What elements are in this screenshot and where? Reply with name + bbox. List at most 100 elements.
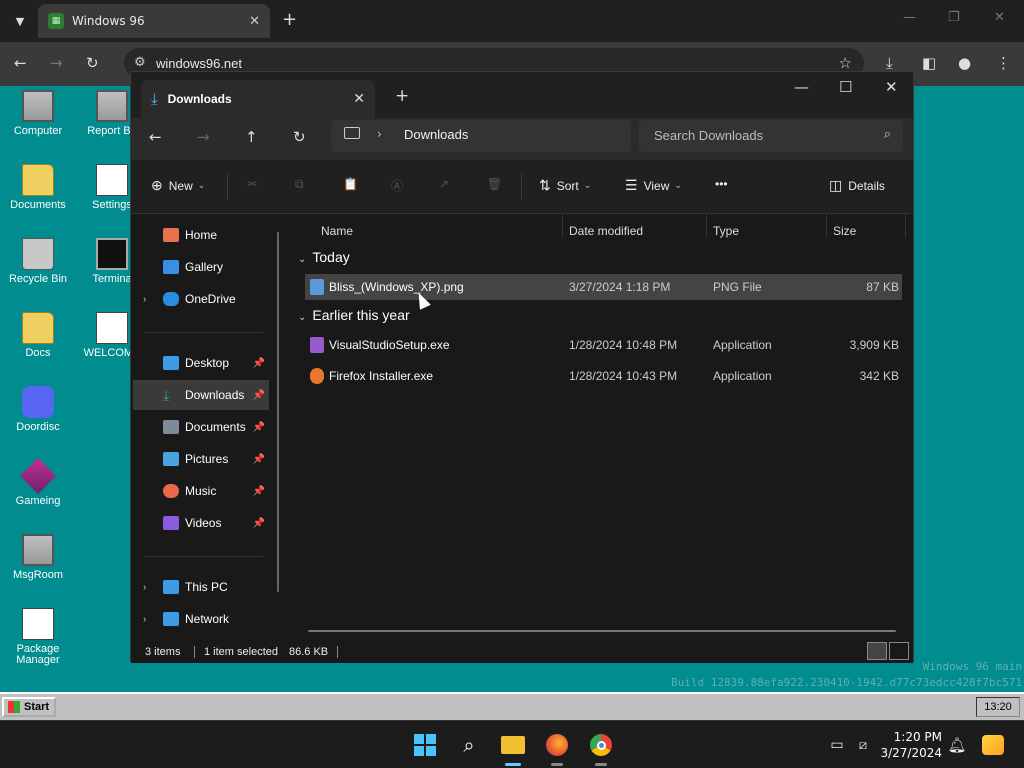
chrome-taskbar-icon[interactable] bbox=[586, 730, 616, 766]
system-clock[interactable]: 1:20 PM 3/27/2024 bbox=[880, 729, 942, 761]
sidebar-item-gallery[interactable]: Gallery bbox=[133, 252, 269, 282]
column-divider[interactable] bbox=[826, 214, 827, 238]
sidebar-item-videos[interactable]: Videos 📌 bbox=[133, 508, 269, 538]
desktop-icon-documents[interactable]: Documents bbox=[0, 164, 76, 211]
minimize-icon[interactable]: — bbox=[794, 78, 809, 96]
sidebar-item-desktop[interactable]: Desktop 📌 bbox=[133, 348, 269, 378]
notification-bell-icon[interactable]: 🔔︎ bbox=[942, 730, 972, 760]
windows96-start-button[interactable]: Start bbox=[2, 697, 56, 717]
view-button[interactable]: ☰ View ⌄ bbox=[625, 177, 682, 194]
chevron-right-icon[interactable]: › bbox=[143, 582, 146, 593]
horizontal-scrollbar[interactable] bbox=[308, 630, 896, 632]
file-explorer-taskbar-icon[interactable] bbox=[498, 730, 528, 766]
sidebar-item-documents[interactable]: Documents 📌 bbox=[133, 412, 269, 442]
firefox-taskbar-icon[interactable] bbox=[542, 730, 572, 766]
desktop-icon-docs[interactable]: Docs bbox=[0, 312, 76, 359]
breadcrumb[interactable]: Downloads bbox=[404, 127, 468, 142]
cut-icon[interactable]: ✂ bbox=[247, 177, 257, 191]
minimize-icon[interactable]: — bbox=[903, 10, 916, 25]
details-button[interactable]: ◫ Details bbox=[829, 177, 885, 194]
group-header-today[interactable]: ⌄ Today bbox=[298, 249, 350, 265]
back-icon[interactable]: ← bbox=[149, 128, 162, 146]
chevron-right-icon[interactable]: › bbox=[143, 614, 146, 625]
maximize-icon[interactable]: ☐ bbox=[839, 78, 852, 96]
file-row[interactable]: Firefox Installer.exe 1/28/2024 10:43 PM… bbox=[305, 363, 902, 389]
column-divider[interactable] bbox=[706, 214, 707, 238]
pin-icon[interactable]: 📌 bbox=[253, 358, 265, 369]
pin-icon[interactable]: 📌 bbox=[253, 518, 265, 529]
bookmark-star-icon[interactable]: ☆ bbox=[839, 54, 852, 72]
back-icon[interactable]: ← bbox=[14, 54, 27, 72]
copy-icon[interactable]: ⧉ bbox=[295, 177, 304, 192]
tiles-view-icon[interactable] bbox=[889, 642, 909, 660]
chevron-right-icon[interactable]: › bbox=[143, 294, 146, 305]
address-bar[interactable]: › Downloads bbox=[331, 120, 631, 152]
sidebar-item-music[interactable]: Music 📌 bbox=[133, 476, 269, 506]
desktop-icon-gameing[interactable]: Gameing bbox=[0, 457, 76, 507]
search-icon[interactable]: ⌕ bbox=[454, 730, 484, 760]
paste-icon[interactable]: 📋 bbox=[343, 177, 358, 191]
sidebar-item-downloads[interactable]: ⤓ Downloads 📌 bbox=[133, 380, 269, 410]
pin-icon[interactable]: 📌 bbox=[253, 486, 265, 497]
up-icon[interactable]: ↑ bbox=[245, 128, 258, 146]
pin-icon[interactable]: 📌 bbox=[253, 422, 265, 433]
forward-icon[interactable]: → bbox=[197, 128, 210, 146]
rename-icon[interactable]: Ⓐ bbox=[391, 177, 403, 194]
refresh-icon[interactable]: ↻ bbox=[293, 128, 306, 146]
close-window-icon[interactable]: ✕ bbox=[885, 78, 898, 96]
pin-icon[interactable]: 📌 bbox=[253, 390, 265, 401]
computer-icon bbox=[22, 90, 54, 122]
sidebar-item-onedrive[interactable]: › OneDrive bbox=[133, 284, 269, 314]
site-info-icon[interactable]: ⚙ bbox=[134, 55, 146, 70]
close-window-icon[interactable]: ✕ bbox=[994, 10, 1005, 25]
new-button[interactable]: ⊕ New ⌄ bbox=[151, 177, 205, 194]
onedrive-icon bbox=[163, 292, 179, 306]
sidebar-item-home[interactable]: Home bbox=[133, 220, 269, 250]
sidebar-item-network[interactable]: › Network bbox=[133, 604, 269, 634]
sort-button[interactable]: ⇅ Sort ⌄ bbox=[539, 177, 591, 194]
sidebar-item-this-pc[interactable]: › This PC bbox=[133, 572, 269, 602]
settings-icon bbox=[96, 164, 128, 196]
start-button[interactable] bbox=[410, 730, 440, 760]
desktop-icon-doordisc[interactable]: Doordisc bbox=[0, 386, 76, 433]
restore-icon[interactable]: ❐ bbox=[948, 10, 960, 25]
side-panel-icon[interactable]: ◧ bbox=[922, 54, 936, 72]
pin-icon[interactable]: 📌 bbox=[253, 454, 265, 465]
new-tab-button[interactable]: + bbox=[282, 9, 297, 30]
network-status-icon[interactable]: ⧄ bbox=[848, 730, 878, 760]
sidebar-scrollbar[interactable] bbox=[277, 232, 279, 592]
column-header-type[interactable]: Type bbox=[713, 224, 739, 238]
browser-tab[interactable]: ▦ Windows 96 ✕ bbox=[38, 4, 270, 38]
column-header-name[interactable]: Name bbox=[321, 224, 353, 238]
new-tab-button[interactable]: + bbox=[395, 86, 409, 106]
close-tab-icon[interactable]: ✕ bbox=[249, 14, 260, 29]
desktop-icon-msgroom[interactable]: MsgRoom bbox=[0, 534, 76, 581]
details-view-icon[interactable] bbox=[867, 642, 887, 660]
desktop-icon-recycle-bin[interactable]: Recycle Bin bbox=[0, 238, 76, 285]
menu-icon[interactable]: ⋮ bbox=[996, 54, 1011, 72]
copilot-pre-icon[interactable] bbox=[978, 730, 1008, 760]
reload-icon[interactable]: ↻ bbox=[86, 54, 99, 72]
explorer-tab[interactable]: ⤓ Downloads ✕ bbox=[141, 80, 375, 118]
forward-icon[interactable]: → bbox=[50, 54, 63, 72]
delete-icon[interactable]: 🗑 bbox=[487, 177, 502, 191]
profile-icon[interactable]: ● bbox=[958, 54, 971, 72]
column-divider[interactable] bbox=[905, 214, 906, 238]
desktop-icon-package-manager[interactable]: Package Manager bbox=[0, 608, 76, 666]
sidebar-item-pictures[interactable]: Pictures 📌 bbox=[133, 444, 269, 474]
group-header-earlier-this-year[interactable]: ⌄ Earlier this year bbox=[298, 307, 410, 323]
share-icon[interactable]: ↗ bbox=[439, 177, 449, 191]
column-divider[interactable] bbox=[562, 214, 563, 238]
file-row[interactable]: VisualStudioSetup.exe 1/28/2024 10:48 PM… bbox=[305, 332, 902, 358]
search-input[interactable]: Search Downloads ⌕ bbox=[639, 120, 903, 152]
desktop-icon-computer[interactable]: Computer bbox=[0, 90, 76, 137]
file-row[interactable]: Bliss_(Windows_XP).png 3/27/2024 1:18 PM… bbox=[305, 274, 902, 300]
more-options-button[interactable]: ••• bbox=[715, 177, 728, 191]
tab-search-chevron-icon[interactable]: ▼ bbox=[8, 9, 32, 33]
column-header-size[interactable]: Size bbox=[833, 224, 856, 238]
chevron-right-icon[interactable]: › bbox=[377, 127, 382, 141]
column-header-date[interactable]: Date modified bbox=[569, 224, 643, 238]
search-icon[interactable]: ⌕ bbox=[884, 127, 891, 142]
downloads-icon[interactable]: ⤓ bbox=[886, 54, 893, 72]
close-tab-icon[interactable]: ✕ bbox=[353, 91, 365, 107]
